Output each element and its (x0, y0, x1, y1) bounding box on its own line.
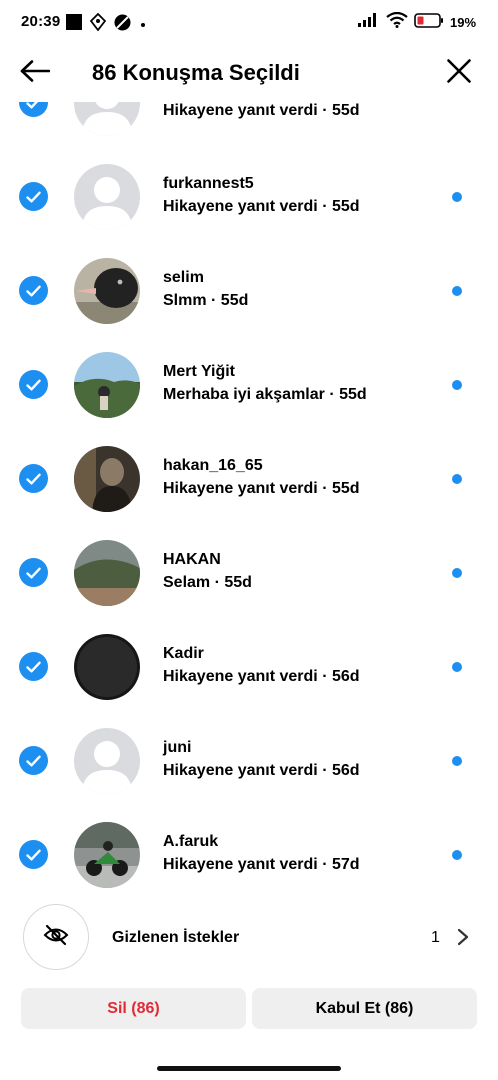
unread-dot (452, 850, 462, 860)
conversation-name: selim (163, 269, 204, 286)
notification-square-icon (66, 14, 82, 35)
conversation-name: juni (163, 739, 192, 756)
conversation-preview: Merhaba iyi akşamlar · 55d (163, 386, 367, 403)
conversation-list[interactable]: Hikayene yanıt verdi · 55d furkannest5 Hik… (0, 102, 498, 892)
arrow-left-icon (20, 59, 51, 87)
dnd-icon (114, 14, 131, 36)
status-right-icons: 19% (357, 11, 476, 33)
battery-percent: 19% (449, 15, 476, 30)
accept-button[interactable]: Kabul Et (86) (252, 988, 477, 1029)
status-left-icons (66, 12, 147, 36)
selected-check-icon[interactable] (19, 558, 48, 587)
home-indicator[interactable] (157, 1066, 341, 1071)
battery-icon (414, 12, 444, 33)
selected-check-icon[interactable] (19, 370, 48, 399)
conversation-preview: Hikayene yanıt verdi · 55d (163, 198, 360, 215)
hidden-requests-row[interactable]: Gizlenen İstekler 1 (0, 896, 498, 980)
selected-check-icon[interactable] (19, 182, 48, 211)
avatar[interactable] (74, 728, 140, 794)
unread-dot (452, 756, 462, 766)
avatar[interactable] (74, 164, 140, 230)
dot-icon (139, 16, 147, 34)
bulk-actions: Sil (86) Kabul Et (86) (0, 988, 498, 1032)
conversation-preview: Hikayene yanıt verdi · 56d (163, 668, 360, 685)
selected-check-icon[interactable] (19, 746, 48, 775)
avatar[interactable] (74, 102, 140, 136)
conversation-preview: Selam · 55d (163, 574, 252, 591)
unread-dot (452, 474, 462, 484)
avatar[interactable] (74, 822, 140, 888)
conversation-row[interactable]: A.faruk Hikayene yanıt verdi · 57d (0, 808, 498, 892)
conversation-row[interactable]: selim Slmm · 55d (0, 244, 498, 338)
conversation-name: Mert Yiğit (163, 363, 236, 380)
close-icon (447, 58, 471, 88)
conversation-name: A.faruk (163, 833, 219, 850)
avatar[interactable] (74, 258, 140, 324)
conversation-name: Kadir (163, 645, 204, 662)
selected-check-icon[interactable] (19, 276, 48, 305)
unread-dot (452, 192, 462, 202)
selected-check-icon[interactable] (19, 102, 48, 117)
selection-header: 86 Konuşma Seçildi (0, 44, 498, 102)
page-title: 86 Konuşma Seçildi (92, 60, 300, 85)
avatar[interactable] (74, 352, 140, 418)
conversation-preview: Hikayene yanıt verdi · 55d (163, 102, 360, 119)
selected-check-icon[interactable] (19, 840, 48, 869)
conversation-row[interactable]: HAKAN Selam · 55d (0, 526, 498, 620)
conversation-row[interactable]: furkannest5 Hikayene yanıt verdi · 55d (0, 150, 498, 244)
hidden-requests-label: Gizlenen İstekler (112, 929, 240, 946)
chevron-right-icon (454, 926, 472, 948)
conversation-name: HAKAN (163, 551, 221, 568)
conversation-row[interactable]: Hikayene yanıt verdi · 55d (0, 102, 498, 150)
conversation-row[interactable]: Mert Yiğit Merhaba iyi akşamlar · 55d (0, 338, 498, 432)
conversation-preview: Hikayene yanıt verdi · 55d (163, 480, 360, 497)
conversation-name: hakan_16_65 (163, 457, 263, 474)
conversation-row[interactable]: hakan_16_65 Hikayene yanıt verdi · 55d (0, 432, 498, 526)
unread-dot (452, 286, 462, 296)
back-button[interactable] (18, 58, 52, 88)
selected-check-icon[interactable] (19, 464, 48, 493)
signal-icon (357, 13, 380, 32)
status-bar: 20:39 19% (0, 0, 498, 44)
selected-check-icon[interactable] (19, 652, 48, 681)
status-time: 20:39 (21, 13, 61, 30)
avatar[interactable] (74, 446, 140, 512)
conversation-row[interactable]: juni Hikayene yanıt verdi · 56d (0, 714, 498, 808)
avatar[interactable] (74, 540, 140, 606)
delete-button[interactable]: Sil (86) (21, 988, 246, 1029)
unread-dot (452, 568, 462, 578)
hidden-requests-icon-circle (23, 904, 89, 970)
eye-off-icon (43, 924, 69, 951)
unread-dot (452, 662, 462, 672)
wifi-icon (386, 11, 408, 33)
conversation-row[interactable]: Kadir Hikayene yanıt verdi · 56d (0, 620, 498, 714)
close-button[interactable] (444, 58, 474, 88)
avatar[interactable] (74, 634, 140, 700)
location-tag-icon (89, 12, 107, 36)
conversation-preview: Slmm · 55d (163, 292, 249, 309)
unread-dot (452, 380, 462, 390)
conversation-preview: Hikayene yanıt verdi · 56d (163, 762, 360, 779)
conversation-name: furkannest5 (163, 175, 254, 192)
conversation-preview: Hikayene yanıt verdi · 57d (163, 856, 360, 873)
hidden-requests-count: 1 (431, 929, 440, 946)
